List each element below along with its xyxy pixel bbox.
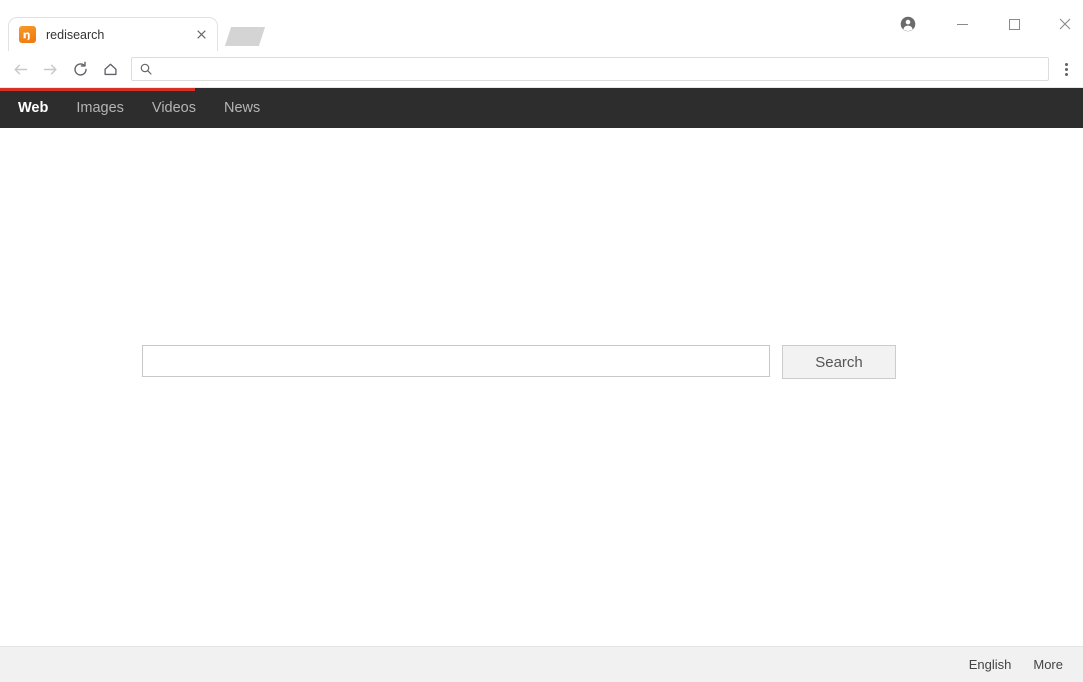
footer-link-english[interactable]: English <box>969 657 1012 672</box>
page-content: Search <box>0 128 1083 646</box>
footer-link-more[interactable]: More <box>1033 657 1063 672</box>
address-bar[interactable] <box>131 57 1049 81</box>
browser-tab[interactable]: redisearch <box>8 17 218 51</box>
page-load-progress-fill <box>0 88 195 91</box>
search-icon <box>140 63 152 75</box>
profile-avatar-icon[interactable] <box>893 10 923 38</box>
nav-tab-videos[interactable]: Videos <box>152 100 196 116</box>
window-close-button[interactable] <box>1049 10 1081 38</box>
forward-arrow-icon[interactable] <box>35 54 65 84</box>
nav-tab-news[interactable]: News <box>224 100 260 116</box>
browser-toolbar <box>0 51 1083 88</box>
page-viewport: Web Images Videos News Search English Mo… <box>0 88 1083 682</box>
redisearch-favicon <box>19 26 36 43</box>
tab-title: redisearch <box>46 27 105 42</box>
new-tab-button[interactable] <box>224 27 266 46</box>
tab-strip: redisearch <box>0 6 1083 51</box>
search-form: Search <box>142 345 896 379</box>
page-footer: English More <box>0 646 1083 682</box>
reload-icon[interactable] <box>65 54 95 84</box>
three-dot-menu-icon[interactable] <box>1053 54 1079 84</box>
site-nav: Web Images Videos News <box>0 88 1083 128</box>
search-button[interactable]: Search <box>782 345 896 379</box>
nav-tab-images[interactable]: Images <box>76 100 124 116</box>
browser-window: redisearch Web Images Videos News Search… <box>0 0 1083 682</box>
nav-tab-web[interactable]: Web <box>18 100 48 116</box>
home-icon[interactable] <box>95 54 125 84</box>
page-load-progress <box>0 88 1083 91</box>
window-minimize-button[interactable] <box>946 10 978 38</box>
back-arrow-icon[interactable] <box>5 54 35 84</box>
tab-close-icon[interactable] <box>193 27 209 43</box>
search-input[interactable] <box>142 345 770 377</box>
window-maximize-button[interactable] <box>998 10 1030 38</box>
